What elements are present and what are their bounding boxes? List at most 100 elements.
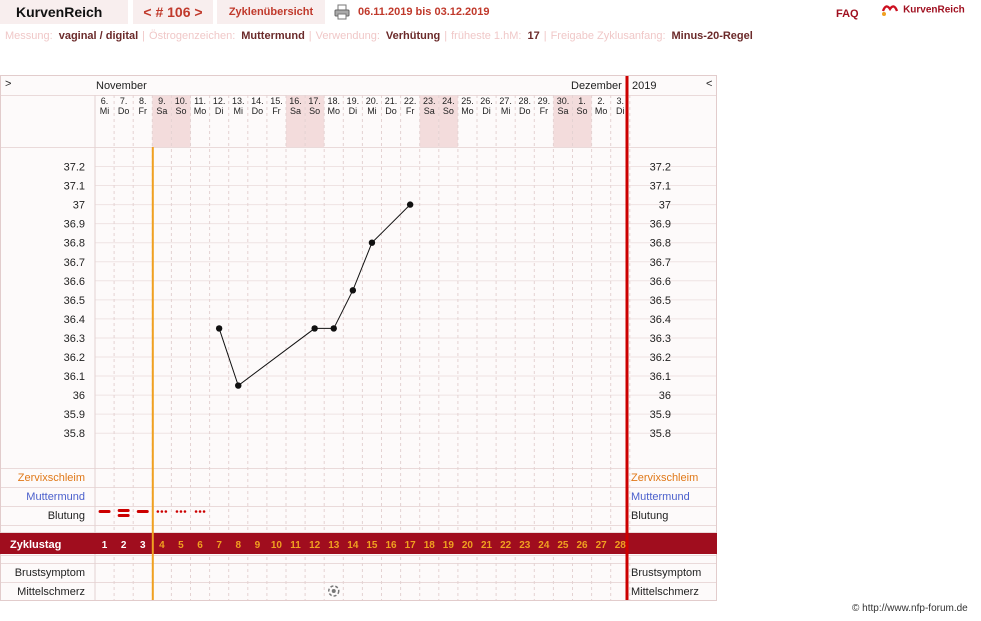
bleeding-spotting-dot	[164, 510, 168, 513]
row-label-right: Mittelschmerz	[631, 586, 699, 598]
cycle-day-number: 22	[500, 540, 512, 551]
bleeding-strong-mark	[117, 514, 130, 517]
bleeding-spotting-dot	[156, 510, 160, 513]
day-weekday-label: Fr	[272, 106, 281, 116]
day-date-label: 27.	[499, 96, 512, 106]
cycle-day-number: 27	[596, 540, 608, 551]
day-date-label: 3.	[616, 96, 624, 106]
bleeding-strong-mark	[98, 510, 111, 513]
day-date-label: 21.	[385, 96, 398, 106]
day-date-label: 17.	[308, 96, 321, 106]
day-date-label: 20.	[366, 96, 379, 106]
y-tick-left: 37	[73, 200, 85, 212]
row-label-right: Blutung	[631, 510, 668, 522]
nav-prev-arrow[interactable]: >	[5, 78, 11, 90]
cycle-day-number: 5	[178, 540, 184, 551]
cycle-day-band: Zyklustag 1 2 3 4 5 6 7 8 9 10 11 12 13 14 15 16 17 18 19 20…	[0, 533, 717, 554]
y-tick-left: 36.3	[64, 333, 85, 345]
cycle-day-number: 18	[424, 540, 436, 551]
cycle-day-number: 2	[121, 540, 127, 551]
day-date-label: 8.	[139, 96, 147, 106]
y-tick-right: 35.9	[650, 409, 671, 421]
cycle-day-number: 7	[216, 540, 222, 551]
y-tick-right: 36.6	[650, 276, 671, 288]
temperature-point[interactable]	[368, 239, 376, 246]
row-label-left: Blutung	[48, 510, 85, 522]
y-tick-right: 36.5	[650, 295, 671, 307]
y-tick-left: 36.8	[64, 238, 85, 250]
bleeding-strong-mark	[136, 510, 149, 513]
row-label-left: Muttermund	[26, 491, 85, 503]
day-date-label: 25.	[461, 96, 474, 106]
day-date-label: 13.	[232, 96, 245, 106]
y-tick-left: 35.9	[64, 409, 85, 421]
day-date-label: 26.	[480, 96, 493, 106]
y-tick-right: 36	[659, 390, 671, 402]
day-weekday-label: Mi	[367, 106, 377, 116]
day-date-label: 19.	[347, 96, 360, 106]
y-tick-right: 35.8	[650, 428, 671, 440]
row-label-left: Brustsymptom	[15, 567, 85, 579]
month-first: November	[96, 80, 147, 92]
y-tick-right: 37.2	[650, 162, 671, 174]
y-tick-left: 37.1	[64, 181, 85, 193]
copyright: © http://www.nfp-forum.de	[852, 603, 968, 614]
cycle-day-number: 1	[102, 540, 108, 551]
row-label-right: Zervixschleim	[631, 472, 698, 484]
cycle-day-number: 24	[538, 540, 550, 551]
day-weekday-label: Mo	[327, 106, 340, 116]
y-tick-left: 35.8	[64, 428, 85, 440]
day-weekday-label: Mo	[461, 106, 474, 116]
cycle-day-number: 8	[235, 540, 241, 551]
day-date-label: 15.	[270, 96, 283, 106]
day-date-label: 6.	[101, 96, 109, 106]
nav-next-arrow[interactable]: <	[706, 78, 712, 90]
y-tick-left: 36.7	[64, 257, 85, 269]
cycle-day-number: 23	[519, 540, 531, 551]
day-weekday-label: Fr	[406, 106, 415, 116]
bleeding-spotting-dot	[160, 510, 164, 513]
y-tick-right: 37.1	[650, 181, 671, 193]
cycle-day-number: 13	[328, 540, 340, 551]
y-tick-left: 36.9	[64, 219, 85, 231]
day-weekday-label: Mi	[501, 106, 511, 116]
bleeding-spotting-dot	[179, 510, 183, 513]
bleeding-spotting-dot	[194, 510, 198, 513]
day-weekday-label: Mo	[194, 106, 207, 116]
cycle-day-number: 28	[615, 540, 627, 551]
day-date-label: 11.	[194, 96, 206, 106]
temperature-point[interactable]	[330, 325, 337, 332]
day-date-label: 16.	[289, 96, 302, 106]
day-weekday-label: Di	[482, 106, 491, 116]
day-weekday-label: Fr	[139, 106, 148, 116]
day-date-label: 22.	[404, 96, 417, 106]
cycle-day-number: 15	[366, 540, 378, 551]
day-date-label: 1.	[578, 96, 586, 106]
temperature-point[interactable]	[349, 287, 357, 294]
day-weekday-label: So	[443, 106, 454, 116]
day-weekday-label: Do	[252, 106, 264, 116]
temperature-point[interactable]	[235, 382, 242, 389]
day-date-label: 24.	[442, 96, 455, 106]
day-weekday-label: Do	[519, 106, 531, 116]
temperature-point[interactable]	[215, 325, 223, 332]
row-label-right: Muttermund	[631, 491, 690, 503]
temperature-point[interactable]	[406, 201, 414, 208]
cycle-day-number: 6	[197, 540, 203, 551]
cycle-day-number: 25	[557, 540, 569, 551]
cycle-day-band-bg	[0, 533, 717, 554]
bleeding-strong-mark	[117, 509, 130, 512]
day-weekday-label: Mi	[234, 106, 244, 116]
temperature-point[interactable]	[311, 325, 318, 332]
cycle-day-number: 3	[140, 540, 146, 551]
y-tick-right: 36.9	[650, 219, 671, 231]
day-weekday-label: Sa	[424, 106, 435, 116]
cycle-day-number: 12	[309, 540, 321, 551]
day-weekday-label: So	[175, 106, 186, 116]
cycle-day-number: 21	[481, 540, 493, 551]
cycle-day-number: 16	[385, 540, 397, 551]
day-weekday-label: So	[309, 106, 320, 116]
day-date-label: 10.	[175, 96, 188, 106]
bleeding-spotting-dot	[198, 510, 202, 513]
y-tick-right: 36.4	[650, 314, 671, 326]
